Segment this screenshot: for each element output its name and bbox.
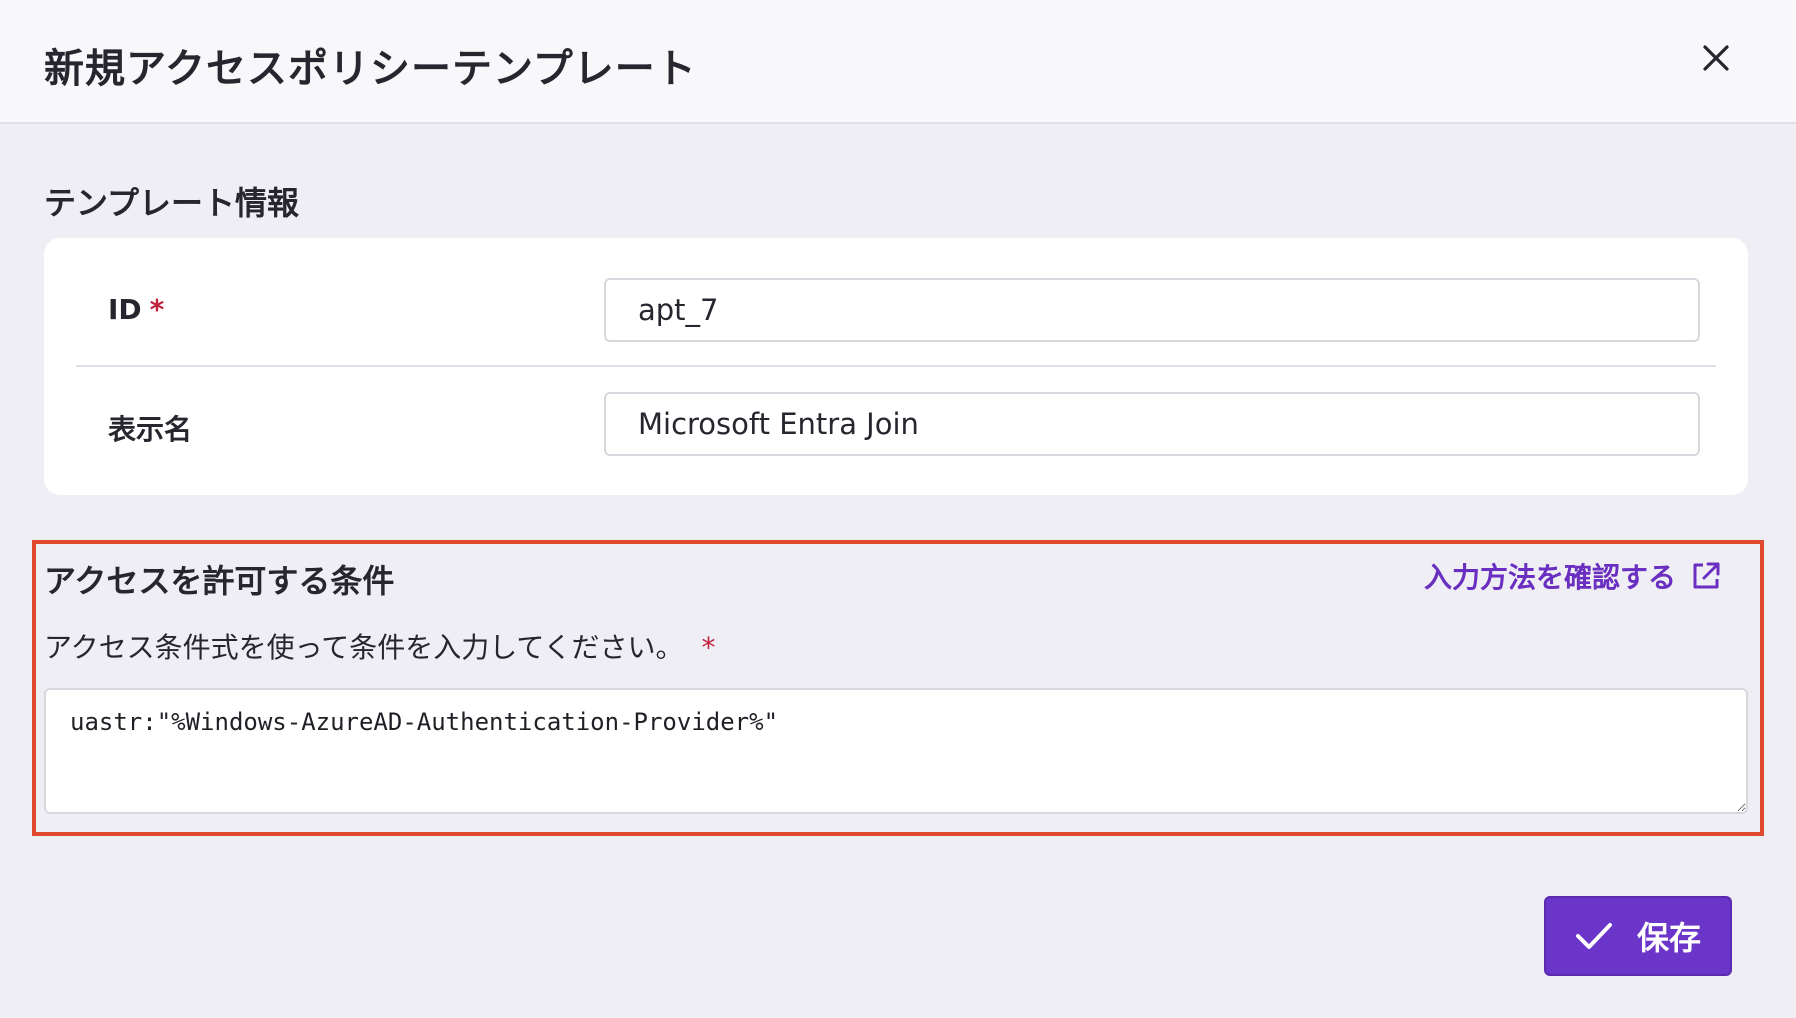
dialog-title: 新規アクセスポリシーテンプレート — [44, 46, 697, 92]
external-link-icon — [1693, 562, 1720, 589]
close-icon — [1703, 45, 1729, 71]
check-icon — [1575, 923, 1612, 949]
display-name-label: 表示名 — [108, 413, 193, 446]
row-divider — [76, 365, 1716, 367]
template-info-card: ID* 表示名 — [44, 238, 1748, 495]
id-label-text: ID — [108, 293, 142, 326]
required-mark: * — [701, 631, 716, 664]
save-label: 保存 — [1636, 919, 1701, 957]
condition-hint: アクセス条件式を使って条件を入力してください。 * — [44, 626, 716, 666]
id-label: ID * — [108, 293, 164, 326]
save-button[interactable]: 保存 — [1544, 896, 1732, 976]
close-button[interactable] — [1694, 36, 1738, 80]
display-name-input[interactable] — [604, 392, 1700, 456]
condition-expression-textarea[interactable]: uastr:"%Windows-AzureAD-Authentication-P… — [44, 688, 1748, 814]
help-link[interactable]: 入力方法を確認する — [1424, 556, 1722, 596]
help-link-label: 入力方法を確認する — [1424, 561, 1677, 594]
dialog-header: 新規アクセスポリシーテンプレート — [0, 0, 1796, 124]
template-info-title: テンプレート情報 — [44, 184, 300, 222]
condition-hint-text: アクセス条件式を使って条件を入力してください。 — [44, 631, 684, 664]
required-mark: * — [149, 293, 165, 326]
access-conditions-title: アクセスを許可する条件 — [44, 562, 395, 600]
id-input[interactable] — [604, 278, 1700, 342]
